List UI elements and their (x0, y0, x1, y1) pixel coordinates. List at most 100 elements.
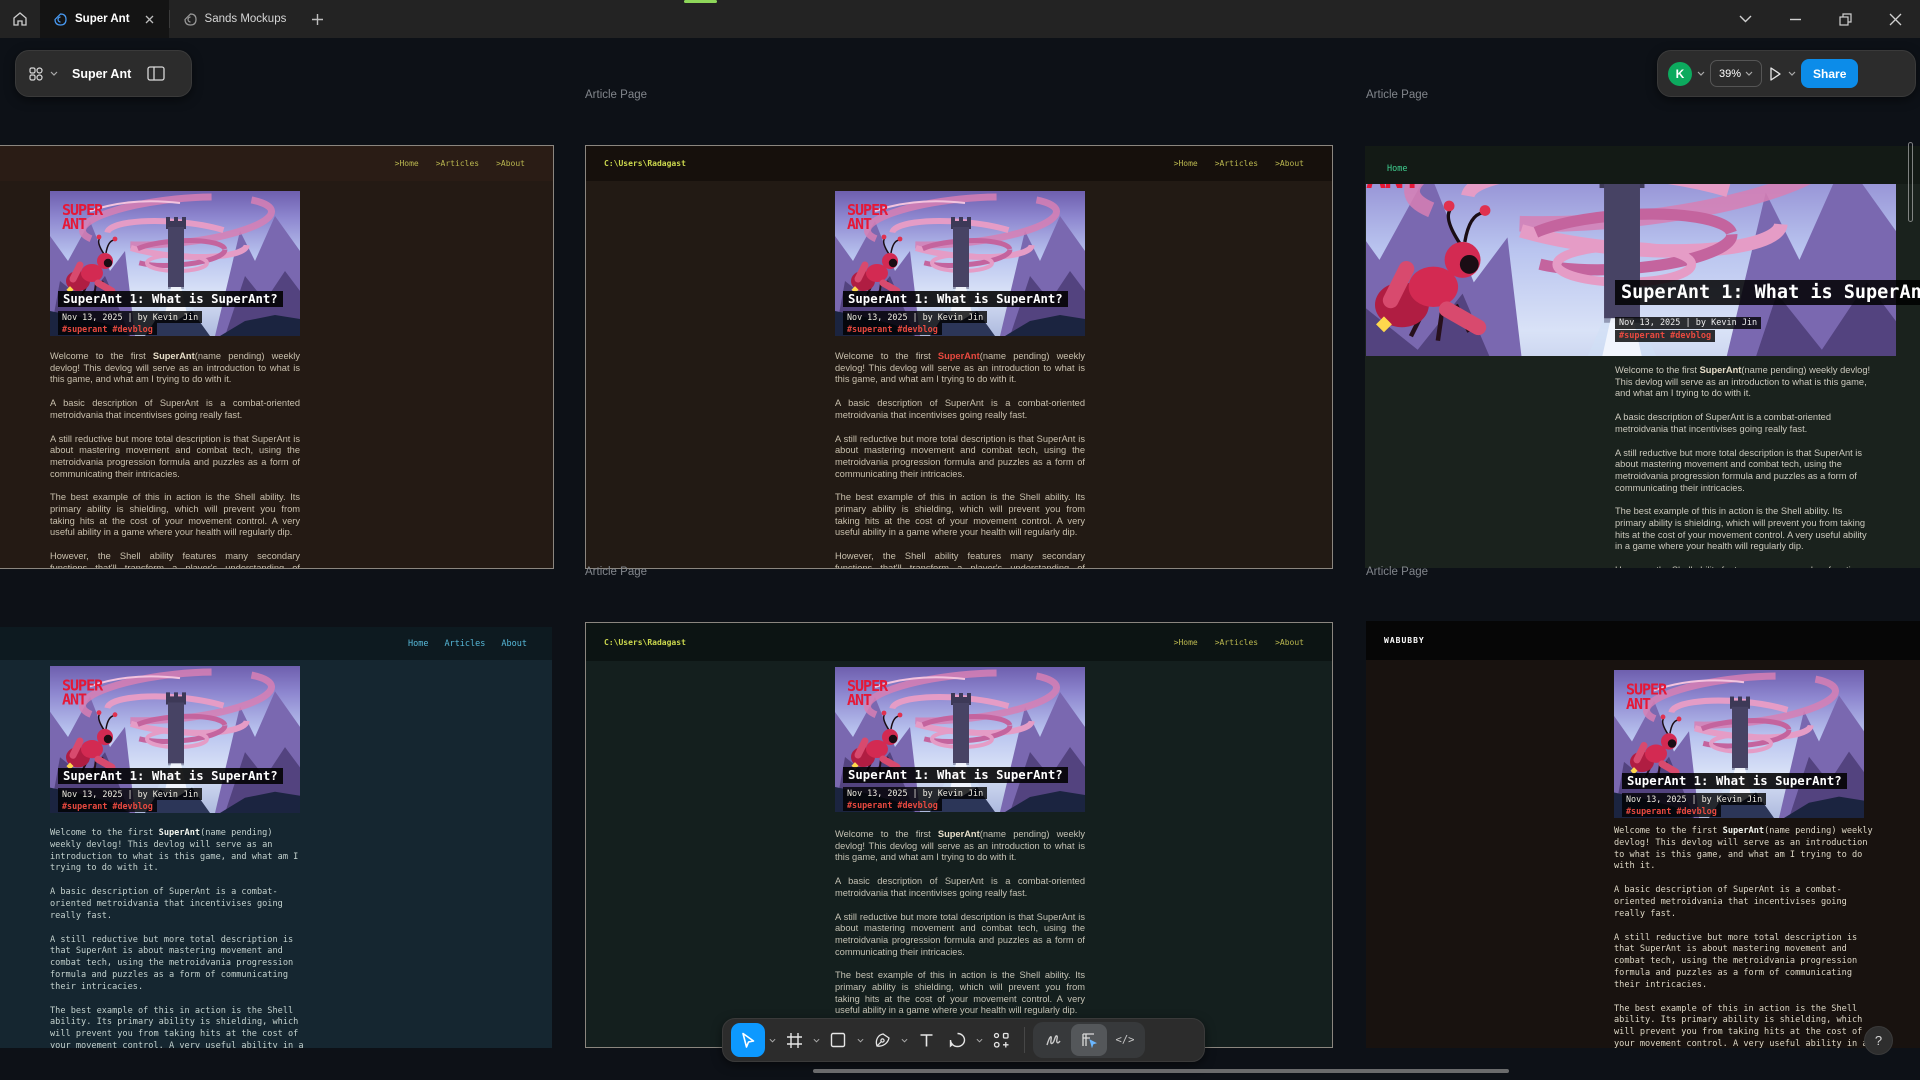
nav-articles[interactable]: >Articles (1215, 638, 1258, 647)
rectangle-tool[interactable] (823, 1023, 853, 1057)
paragraph: A basic description of SuperAnt is a com… (50, 398, 300, 421)
close-icon[interactable] (1870, 0, 1920, 38)
tab-close-icon[interactable] (144, 14, 155, 25)
share-button[interactable]: Share (1801, 59, 1858, 88)
cursor-icon (740, 1032, 756, 1049)
window-titlebar: Super Ant Sands Mockups (0, 0, 1920, 38)
article-title: SuperAnt 1: What is SuperAnt? (1615, 280, 1920, 305)
article-tags[interactable]: #superant #devblog (58, 323, 157, 335)
article-tags[interactable]: #superant #devblog (843, 323, 942, 335)
article-tags[interactable]: #superant #devblog (1622, 805, 1721, 817)
comment-bubble-icon (949, 1032, 966, 1048)
nav-home[interactable]: >Home (1174, 159, 1198, 168)
paragraph: The best example of this in action is th… (835, 970, 1085, 1017)
window-menu-chevron-icon[interactable] (1720, 0, 1770, 38)
site-navbar: Home (1365, 146, 1920, 184)
pen-tool[interactable] (867, 1023, 897, 1057)
hero-banner: SuperAnt 1: What is SuperAnt? Nov 13, 20… (835, 191, 1085, 336)
main-menu-icon[interactable] (28, 66, 44, 82)
site-navbar: Home Articles About (0, 627, 552, 660)
paragraph: However, the Shell ability features many… (835, 551, 1085, 569)
scribble-icon (1045, 1033, 1062, 1047)
toggle-sidebar-icon[interactable] (147, 66, 165, 81)
frame-article-page-1[interactable]: >Home >Articles >About SuperAnt 1: What … (0, 145, 554, 569)
chevron-down-icon[interactable] (854, 1038, 866, 1043)
frame-label[interactable]: Article Page (1366, 566, 1428, 578)
zoom-level-select[interactable]: 39% (1710, 60, 1762, 87)
paragraph: A basic description of SuperAnt is a com… (835, 876, 1085, 899)
article-tags[interactable]: #superant #devblog (58, 800, 157, 812)
dev-mode-button[interactable]: </> (1107, 1024, 1143, 1056)
article-meta: Nov 13, 2025 | by Kevin Jin (843, 787, 987, 799)
sites-mode-button[interactable] (1071, 1024, 1107, 1056)
file-name[interactable]: Super Ant (72, 67, 131, 81)
nav-home[interactable]: >Home (1174, 638, 1198, 647)
figma-file-icon (184, 13, 197, 26)
chevron-down-icon[interactable] (973, 1038, 985, 1043)
nav-articles[interactable]: >Articles (436, 159, 479, 168)
minimize-icon[interactable] (1770, 0, 1820, 38)
horizontal-scrollbar[interactable] (813, 1069, 1509, 1073)
tab-super-ant[interactable]: Super Ant (40, 0, 169, 38)
comment-tool[interactable] (942, 1023, 972, 1057)
nav-home[interactable]: Home (408, 639, 428, 649)
chevron-down-icon[interactable] (810, 1038, 822, 1043)
site-navbar: C:\Users\Radagast >Home >Articles >About (586, 623, 1332, 661)
nav-home[interactable]: Home (1387, 164, 1407, 174)
nav-about[interactable]: About (501, 639, 527, 649)
paragraph: A basic description of SuperAnt is a com… (1614, 885, 1876, 920)
chevron-down-icon[interactable] (898, 1038, 910, 1043)
vertical-scrollbar[interactable] (1908, 142, 1913, 222)
present-icon[interactable] (1767, 66, 1783, 82)
code-icon: </> (1116, 1034, 1135, 1046)
actions-tool[interactable] (986, 1023, 1016, 1057)
article-body: Welcome to the first SuperAnt(name pendi… (50, 828, 305, 1048)
article-title: SuperAnt 1: What is SuperAnt? (843, 291, 1068, 307)
chevron-down-icon[interactable] (766, 1038, 778, 1043)
nav-articles[interactable]: Articles (444, 639, 485, 649)
tab-sands-mockups[interactable]: Sands Mockups (170, 0, 301, 38)
draw-mode-button[interactable] (1035, 1024, 1071, 1056)
article-title: SuperAnt 1: What is SuperAnt? (58, 291, 283, 307)
paragraph: The best example of this in action is th… (1614, 1004, 1876, 1048)
frame-label[interactable]: Article Page (1366, 89, 1428, 101)
avatar[interactable]: K (1668, 62, 1692, 86)
article-meta: Nov 13, 2025 | by Kevin Jin (843, 311, 987, 323)
design-canvas[interactable]: Article Page Article Page Article Page A… (0, 38, 1920, 1080)
new-tab-button[interactable] (300, 0, 334, 38)
frame-article-page-6[interactable]: WABUBBY SuperAnt 1: What is SuperAnt? No… (1366, 621, 1920, 1048)
nav-articles[interactable]: >Articles (1215, 159, 1258, 168)
chevron-down-icon[interactable] (1788, 71, 1796, 76)
move-tool[interactable] (731, 1023, 765, 1057)
article-tags[interactable]: #superant #devblog (843, 799, 942, 811)
frame-article-page-5[interactable]: C:\Users\Radagast >Home >Articles >About… (585, 622, 1333, 1048)
paragraph: A still reductive but more total descrip… (50, 935, 305, 994)
article-tags[interactable]: #superant #devblog (1615, 330, 1715, 342)
frame-article-page-3[interactable]: Home SuperAnt 1: What is SuperAnt? Nov 1… (1365, 146, 1920, 568)
figma-file-icon (54, 13, 67, 26)
text-tool[interactable] (911, 1023, 941, 1057)
frame-tool[interactable] (779, 1023, 809, 1057)
nav-about[interactable]: >About (496, 159, 525, 168)
nav-about[interactable]: >About (1275, 638, 1304, 647)
home-icon[interactable] (0, 0, 40, 38)
frame-article-page-2[interactable]: C:\Users\Radagast >Home >Articles >About… (585, 145, 1333, 569)
nav-about[interactable]: >About (1275, 159, 1304, 168)
share-toolbar: K 39% Share (1657, 50, 1916, 97)
frame-label[interactable]: Article Page (585, 89, 647, 101)
chevron-down-icon[interactable] (50, 71, 58, 76)
help-button[interactable]: ? (1864, 1026, 1893, 1055)
paragraph: A basic description of SuperAnt is a com… (50, 887, 305, 922)
paragraph: A still reductive but more total descrip… (1614, 933, 1876, 992)
frame-label[interactable]: Article Page (585, 566, 647, 578)
frame-icon (786, 1032, 803, 1049)
frame-article-page-4[interactable]: Home Articles About SuperAnt 1: What is … (0, 627, 552, 1048)
hero-banner: SuperAnt 1: What is SuperAnt? Nov 13, 20… (835, 667, 1085, 812)
nav-home[interactable]: >Home (395, 159, 419, 168)
chevron-down-icon (1745, 71, 1753, 76)
chevron-down-icon[interactable] (1697, 71, 1705, 76)
article-title: SuperAnt 1: What is SuperAnt? (58, 768, 283, 784)
article-title: SuperAnt 1: What is SuperAnt? (843, 767, 1068, 783)
restore-icon[interactable] (1820, 0, 1870, 38)
site-navbar: C:\Users\Radagast >Home >Articles >About (586, 146, 1332, 181)
